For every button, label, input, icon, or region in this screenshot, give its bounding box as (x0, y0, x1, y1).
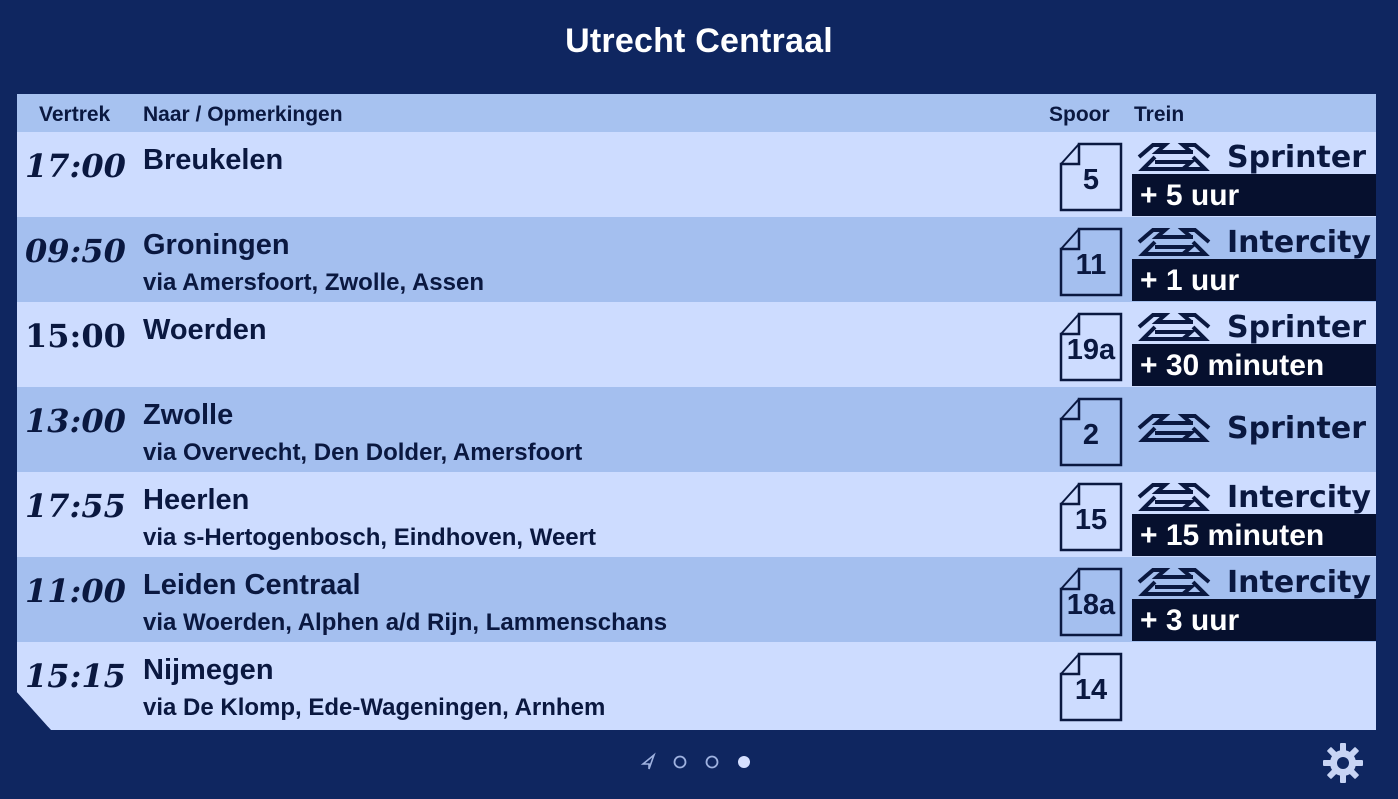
destination: Heerlen (143, 484, 250, 516)
destination: Woerden (143, 314, 267, 346)
departure-row[interactable]: 17:00 Breukelen 5 Sprinter + 5 uur (17, 132, 1376, 217)
train-type: Sprinter (1135, 306, 1375, 346)
board-header: Vertrek Naar / Opmerkingen Spoor Trein (17, 94, 1376, 132)
departure-time: 15:00 (25, 317, 126, 355)
platform-number: 2 (1082, 419, 1100, 451)
header-trein: Trein (1134, 103, 1185, 126)
ns-logo-icon (1137, 228, 1211, 256)
departure-row[interactable]: 11:00 Leiden Centraal via Woerden, Alphen … (17, 557, 1376, 642)
delay-badge: + 30 minuten (1132, 344, 1376, 386)
platform-sign: 5 (1059, 142, 1123, 212)
platform-number: 11 (1075, 249, 1107, 281)
destination: Breukelen (143, 144, 284, 176)
departure-row[interactable]: 15:15 Nijmegen via De Klomp, Ede-Wageninge… (17, 642, 1376, 727)
departure-time: 11:00 (25, 572, 126, 610)
delay-badge: + 3 uur (1132, 599, 1376, 641)
platform-sign: 18a (1059, 567, 1123, 637)
departure-time: 13:00 (25, 402, 126, 440)
destination: Groningen (143, 229, 290, 261)
train-type-label: Sprinter (1227, 140, 1366, 175)
train-type-label: Sprinter (1227, 411, 1366, 446)
page-dot-icon[interactable] (705, 755, 719, 769)
via-stations: via Woerden, Alphen a/d Rijn, Lammenscha… (143, 609, 668, 636)
departure-row[interactable]: 17:55 Heerlen via s-Hertogenbosch, Eindhov… (17, 472, 1376, 557)
delay-badge: + 1 uur (1132, 259, 1376, 301)
platform-number: 19a (1066, 334, 1116, 366)
platform-number: 15 (1074, 504, 1108, 536)
train-type: Sprinter (1135, 407, 1375, 451)
train-type-label: Sprinter (1227, 310, 1366, 345)
delay-badge: + 5 uur (1132, 174, 1376, 216)
platform-sign: 2 (1059, 397, 1123, 467)
platform-number: 18a (1066, 589, 1116, 621)
via-stations: via Amersfoort, Zwolle, Assen (143, 269, 484, 296)
gear-icon[interactable] (1322, 742, 1364, 784)
destination: Leiden Centraal (143, 569, 361, 601)
platform-number: 14 (1074, 674, 1108, 706)
delay-badge: + 15 minuten (1132, 514, 1376, 556)
departure-row[interactable]: 13:00 Zwolle via Overvecht, Den Dolder, Am… (17, 387, 1376, 472)
platform-sign: 19a (1059, 312, 1123, 382)
via-stations: via s-Hertogenbosch, Eindhoven, Weert (143, 524, 596, 551)
train-type: Intercity (1135, 221, 1375, 261)
departure-time: 15:15 (25, 657, 126, 695)
platform-number: 5 (1082, 164, 1100, 196)
header-spoor: Spoor (1049, 103, 1110, 126)
departure-time: 17:00 (25, 147, 126, 185)
train-type: Intercity (1135, 561, 1375, 601)
via-stations: via Overvecht, Den Dolder, Amersfoort (143, 439, 583, 466)
ns-logo-icon (1137, 483, 1211, 511)
destination: Nijmegen (143, 654, 274, 686)
train-type-label: Intercity (1227, 565, 1371, 600)
header-naar: Naar / Opmerkingen (143, 103, 343, 126)
platform-sign: 14 (1059, 652, 1123, 722)
train-type-label: Intercity (1227, 480, 1371, 515)
station-title: Utrecht Centraal (565, 22, 833, 60)
train-type: Intercity (1135, 476, 1375, 516)
train-type: Sprinter (1135, 136, 1375, 176)
departure-row[interactable]: 09:50 Groningen via Amersfoort, Zwolle, As… (17, 217, 1376, 302)
platform-sign: 15 (1059, 482, 1123, 552)
ns-logo-icon (1137, 313, 1211, 341)
header-vertrek: Vertrek (39, 103, 111, 126)
ns-logo-icon (1137, 143, 1211, 171)
page-dot-active-icon[interactable] (738, 756, 750, 768)
ns-logo-icon (1137, 414, 1211, 442)
pager (640, 752, 750, 770)
train-type-label: Intercity (1227, 225, 1371, 260)
departure-time: 17:55 (25, 487, 126, 525)
departure-row[interactable]: 15:00 Woerden 19a Sprinter + 30 minuten (17, 302, 1376, 387)
destination: Zwolle (143, 399, 234, 431)
departure-time: 09:50 (25, 232, 126, 270)
platform-sign: 11 (1059, 227, 1123, 297)
via-stations: via De Klomp, Ede-Wageningen, Arnhem (143, 694, 606, 721)
location-arrow-icon[interactable] (640, 752, 656, 770)
page-dot-icon[interactable] (673, 755, 687, 769)
ns-logo-icon (1137, 568, 1211, 596)
departure-board: Vertrek Naar / Opmerkingen Spoor Trein 1… (17, 94, 1376, 730)
